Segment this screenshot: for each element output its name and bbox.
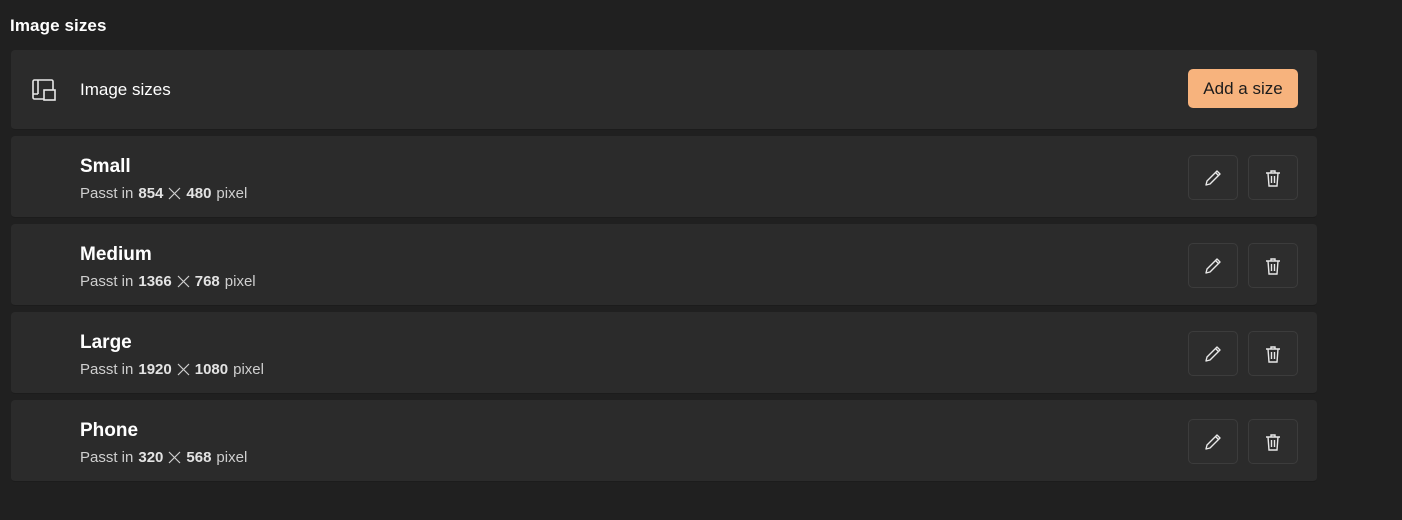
delete-size-button[interactable]: [1248, 419, 1298, 464]
size-width: 854: [138, 185, 164, 202]
size-description: Passt in 1366 768 pixel: [80, 273, 256, 290]
size-name: Small: [80, 156, 131, 177]
size-width: 1920: [138, 361, 172, 378]
image-sizes-header-card: Image sizes Add a size: [11, 50, 1317, 130]
size-description: Passt in 1920 1080 pixel: [80, 361, 264, 378]
trash-icon: [1266, 345, 1280, 363]
edit-size-button[interactable]: [1188, 331, 1238, 376]
times-icon: [168, 187, 181, 200]
image-resize-icon: [31, 77, 57, 103]
size-unit: pixel: [216, 185, 248, 202]
size-unit: pixel: [216, 449, 248, 466]
size-height: 568: [186, 449, 212, 466]
edit-size-button[interactable]: [1188, 419, 1238, 464]
size-name: Phone: [80, 420, 139, 441]
trash-icon: [1266, 169, 1280, 187]
times-icon: [177, 363, 190, 376]
pencil-icon: [1205, 169, 1221, 186]
size-prefix: Passt in: [80, 185, 134, 202]
section-title: Image sizes: [10, 16, 107, 35]
settings-page: Image sizes Image sizes Add a size Small…: [0, 0, 1402, 520]
size-height: 480: [186, 185, 212, 202]
size-description: Passt in 320 568 pixel: [80, 449, 247, 466]
trash-icon: [1266, 433, 1280, 451]
add-size-button[interactable]: Add a size: [1188, 69, 1298, 108]
pencil-icon: [1205, 433, 1221, 450]
size-unit: pixel: [224, 273, 256, 290]
size-description: Passt in 854 480 pixel: [80, 185, 247, 202]
pencil-icon: [1205, 345, 1221, 362]
size-unit: pixel: [233, 361, 264, 378]
times-icon: [168, 451, 181, 464]
pencil-icon: [1205, 257, 1221, 274]
delete-size-button[interactable]: [1248, 155, 1298, 200]
size-prefix: Passt in: [80, 361, 134, 378]
size-prefix: Passt in: [80, 273, 134, 290]
size-row: Phone Passt in 320 568 pixel: [11, 400, 1317, 482]
size-name: Large: [80, 332, 132, 353]
delete-size-button[interactable]: [1248, 243, 1298, 288]
size-prefix: Passt in: [80, 449, 134, 466]
header-label: Image sizes: [80, 80, 171, 99]
size-height: 768: [194, 273, 220, 290]
size-row: Medium Passt in 1366 768 pixel: [11, 224, 1317, 306]
size-width: 1366: [138, 273, 172, 290]
size-name: Medium: [80, 244, 152, 265]
edit-size-button[interactable]: [1188, 155, 1238, 200]
size-row: Small Passt in 854 480 pixel: [11, 136, 1317, 218]
edit-size-button[interactable]: [1188, 243, 1238, 288]
size-width: 320: [138, 449, 164, 466]
size-row: Large Passt in 1920 1080 pixel: [11, 312, 1317, 394]
delete-size-button[interactable]: [1248, 331, 1298, 376]
trash-icon: [1266, 257, 1280, 275]
times-icon: [177, 275, 190, 288]
size-height: 1080: [194, 361, 229, 378]
